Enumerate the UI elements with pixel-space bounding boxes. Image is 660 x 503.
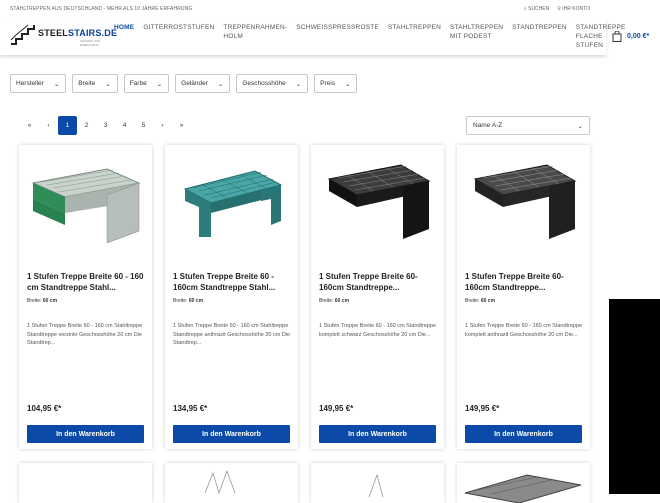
product-price: 149,95 €* [465,404,500,413]
chevron-down-icon: ⌄ [53,80,60,88]
product-title[interactable]: 1 Stufen Treppe Breite 60-160cm Standtre… [319,271,437,293]
page-first[interactable]: « [20,116,39,135]
chevron-down-icon: ⌄ [217,80,224,88]
page-next[interactable]: › [153,116,172,135]
product-width: Breite: 60 cm [173,298,204,304]
filter-breite[interactable]: Breite ⌄ [72,74,118,93]
product-image[interactable] [173,155,290,245]
nav-item-home[interactable]: HOME [114,23,134,50]
tagline: STAHLTREPPEN AUS DEUTSCHLAND - MEHR ALS … [10,6,193,12]
product-description: 1 Stufen Treppe Breite 60 - 160 cm Stahl… [173,323,291,346]
product-card[interactable] [165,463,298,503]
product-width: Breite: 60 cm [319,298,350,304]
product-price: 134,95 €* [173,404,208,413]
page-1[interactable]: 1 [58,116,77,135]
shopping-bag-icon [612,31,622,42]
cart-amount: 0,00 €* [627,33,650,40]
product-image[interactable] [319,155,436,245]
filter-preis[interactable]: Preis ⌄ [314,74,358,93]
black-overlay-panel [609,299,660,494]
product-card[interactable]: 1 Stufen Treppe Breite 60-160cm Standtre… [311,145,444,449]
chevron-down-icon: ⌄ [156,80,163,88]
product-price: 104,95 €* [27,404,62,413]
sort-select[interactable]: Name A-Z ⌄ [466,116,590,135]
add-to-cart-button[interactable]: In den Warenkorb [465,425,582,443]
filter-geschosshoehe[interactable]: Geschosshöhe ⌄ [236,74,309,93]
nav-item-gitterroststufen[interactable]: GITTERROSTSTUFEN [143,23,214,50]
page-prev[interactable]: ‹ [39,116,58,135]
add-to-cart-button[interactable]: In den Warenkorb [173,425,290,443]
product-title[interactable]: 1 Stufen Treppe Breite 60 - 160cm Standt… [173,271,291,293]
page-2[interactable]: 2 [77,116,96,135]
product-image[interactable] [457,463,590,503]
logo-wordmark: STEELSTAIRS.DE [38,28,118,38]
product-title[interactable]: 1 Stufen Treppe Breite 60 - 160 cm Stand… [27,271,145,293]
nav-item-standtreppen[interactable]: STANDTREPPEN [512,23,567,50]
cart-button[interactable]: 0,00 €* [612,31,649,42]
product-description: 1 Stufen Treppe Breite 60 - 160 cm Stand… [465,323,583,338]
account-label: IHR KONTO [562,6,590,12]
pagination: « ‹ 1 2 3 4 5 › » [20,116,191,135]
nav-item-treppenrahmen[interactable]: TREPPENRAHMEN- HOLM [223,23,287,50]
product-image[interactable] [165,463,298,503]
page-4[interactable]: 4 [115,116,134,135]
page-last[interactable]: » [172,116,191,135]
top-bar: STAHLTREPPEN AUS DEUTSCHLAND - MEHR ALS … [0,0,660,17]
product-card[interactable] [311,463,444,503]
filter-hersteller[interactable]: Hersteller ⌄ [10,74,67,93]
product-width: Breite: 60 cm [27,298,58,304]
sort-value: Name A-Z [473,122,503,129]
product-image[interactable] [311,463,444,503]
product-image[interactable] [27,155,144,245]
add-to-cart-button[interactable]: In den Warenkorb [27,425,144,443]
product-card[interactable]: 1 Stufen Treppe Breite 60 - 160 cm Stand… [19,145,152,449]
product-card[interactable]: 1 Stufen Treppe Breite 60 - 160cm Standt… [165,145,298,449]
main-nav: HOME GITTERROSTSTUFEN TREPPENRAHMEN- HOL… [114,23,635,50]
product-title[interactable]: 1 Stufen Treppe Breite 60-160cm Standtre… [465,271,583,293]
product-description: 1 Stufen Treppe Breite 60 - 160 cm Stand… [319,323,437,338]
account-link[interactable]: ⚲ IHR KONTO [557,6,590,12]
page-3[interactable]: 3 [96,116,115,135]
chevron-down-icon: ⌄ [577,122,583,130]
chevron-down-icon: ⌄ [105,80,111,88]
search-label: SUCHEN [528,6,550,12]
chevron-down-icon: ⌄ [344,80,351,88]
page-5[interactable]: 5 [134,116,153,135]
nav-item-schweisspressroste[interactable]: SCHWEISSPRESSROSTE [296,23,379,50]
chevron-down-icon: ⌄ [295,80,302,88]
main-header: STEELSTAIRS.DE TECHNIK AUS EINEM HAUS HO… [0,17,625,55]
product-card[interactable]: 1 Stufen Treppe Breite 60-160cm Standtre… [457,145,590,449]
product-card[interactable] [19,463,152,503]
product-image[interactable] [465,155,582,245]
nav-item-stahltreppen-podest[interactable]: STAHLTREPPEN MIT PODEST [450,23,503,50]
logo[interactable]: STEELSTAIRS.DE TECHNIK AUS EINEM HAUS [10,24,117,48]
product-price: 149,95 €* [319,404,354,413]
filter-gelaender[interactable]: Geländer ⌄ [175,74,231,93]
logo-subtitle: TECHNIK AUS EINEM HAUS [80,39,101,47]
product-card[interactable] [457,463,590,503]
stairs-logo-icon [10,24,35,45]
product-description: 1 Stufen Treppe Breite 60 - 160 cm Stahl… [27,323,143,346]
nav-item-stahltreppen[interactable]: STAHLTREPPEN [388,23,441,50]
filter-bar: Hersteller ⌄ Breite ⌄ Farbe ⌄ Geländer ⌄ Ges… [10,74,358,93]
product-width: Breite: 60 cm [465,298,496,304]
filter-farbe[interactable]: Farbe ⌄ [123,74,170,93]
search-link[interactable]: ⌕ SUCHEN [524,6,549,12]
add-to-cart-button[interactable]: In den Warenkorb [319,425,436,443]
